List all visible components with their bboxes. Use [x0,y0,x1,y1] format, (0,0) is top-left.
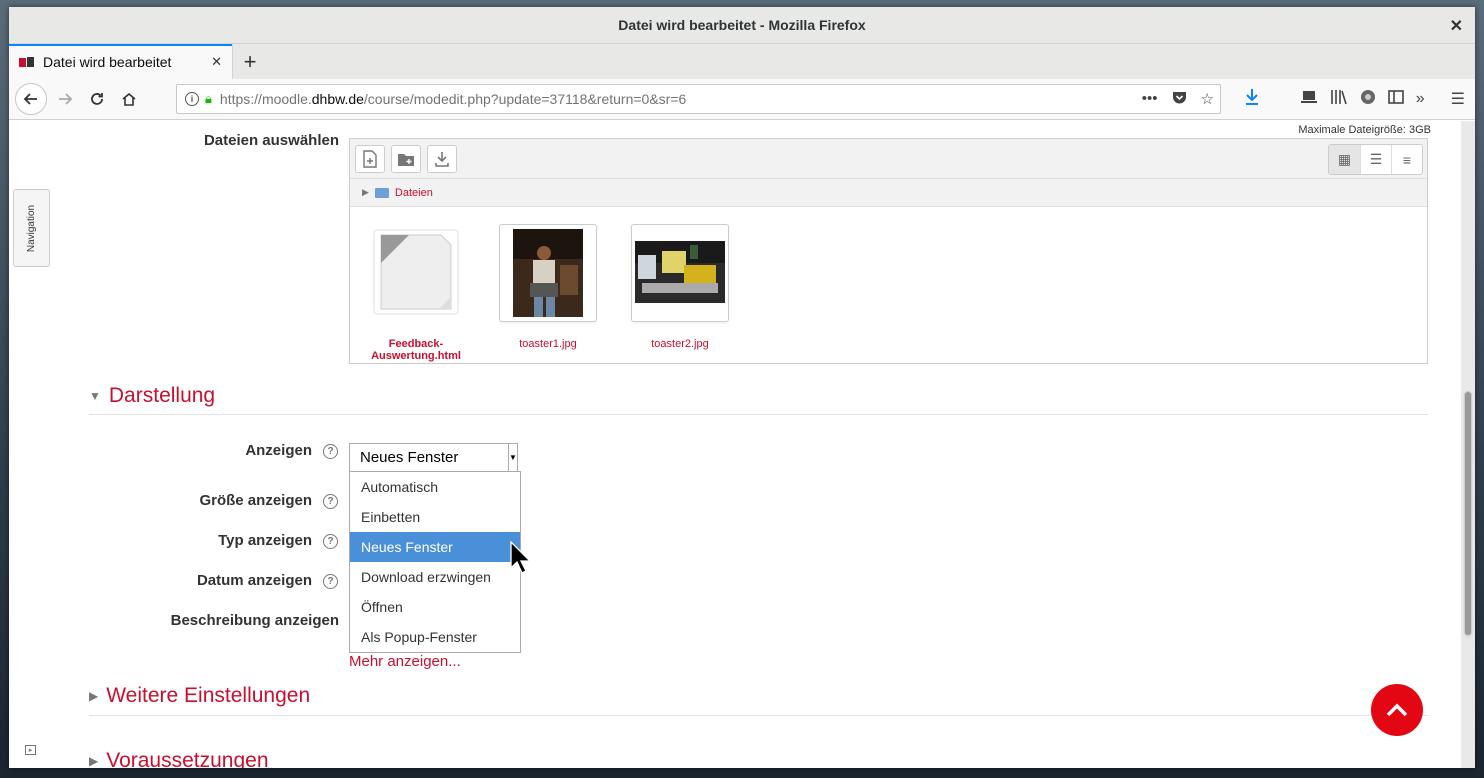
file-path-bar: ▶ Dateien [350,179,1427,207]
reload-button[interactable] [81,83,113,115]
label-typ: Typ anzeigen [218,532,312,549]
option-neues-fenster[interactable]: Neues Fenster [350,532,520,562]
path-folder-link[interactable]: Dateien [395,187,433,199]
hamburger-menu-icon[interactable]: ☰ [1451,89,1465,109]
download-icon[interactable] [1244,88,1260,111]
info-icon[interactable]: i [185,92,199,106]
section-divider [89,715,1428,716]
max-file-size: Maximale Dateigröße: 3GB [1298,124,1431,136]
section-voraussetzungen-heading: Voraussetzungen [106,749,269,768]
scroll-to-top-button[interactable] [1371,684,1423,736]
page-actions-icon[interactable]: ••• [1142,90,1158,109]
help-icon[interactable]: ? [323,534,338,549]
window-close-button[interactable]: ✕ [1450,16,1463,36]
download-all-button[interactable] [427,145,457,173]
toaster1-thumbnail[interactable] [499,224,597,322]
home-button[interactable] [113,83,145,115]
library-icon[interactable] [1330,89,1348,110]
display-select[interactable]: Neues Fenster ▼ [349,443,518,472]
label-datum: Datum anzeigen [196,572,312,589]
add-file-button[interactable] [355,145,385,173]
page-scrollbar[interactable] [1461,121,1475,768]
mouse-cursor-icon [510,540,534,580]
section-darstellung-heading: Darstellung [108,384,216,407]
page-content: Navigation Dateien auswählen Maximale Da… [9,121,1461,768]
display-select-value: Neues Fenster [360,449,459,466]
list-view-icon[interactable]: ☰ [1360,145,1391,174]
section-weitere-toggle[interactable]: ▶ Weitere Einstellungen [89,684,310,708]
navigation-drawer-toggle[interactable]: Navigation [13,189,50,267]
option-einbetten[interactable]: Einbetten [350,502,520,532]
navigation-label: Navigation [26,204,38,252]
file-manager: ▦ ☰ ≡ ▶ Dateien Feedback-Auswertung.html [349,138,1428,364]
bookmark-star-icon[interactable]: ☆ [1201,90,1214,109]
files-label: Dateien auswählen [203,132,339,149]
dock-block-icon[interactable]: ▸ [25,745,36,755]
section-weitere-heading: Weitere Einstellungen [106,684,311,707]
label-anzeigen: Anzeigen [245,442,312,459]
pocket-icon[interactable] [1172,90,1187,109]
label-beschreibung: Beschreibung anzeigen [170,612,339,629]
show-more-link[interactable]: Mehr anzeigen... [349,653,461,670]
tab-close-icon[interactable]: ✕ [211,54,222,70]
url-path: /course/modedit.php?update=37118&return=… [363,91,687,107]
help-icon[interactable]: ? [323,444,338,459]
folder-icon [374,187,389,198]
url-prefix: https://moodle. [219,91,312,107]
synced-tabs-icon[interactable] [1300,90,1318,109]
display-options-list: Automatisch Einbetten Neues Fenster Down… [349,471,521,653]
collapsed-triangle-icon: ▶ [89,689,99,703]
tab-label: Datei wird bearbeitet [43,53,172,70]
section-voraussetzungen-toggle[interactable]: ▶ Voraussetzungen [89,749,269,768]
url-host: dhbw.de [311,91,364,107]
tab-strip: Datei wird bearbeitet ✕ + [9,44,1475,79]
help-icon[interactable]: ? [323,494,338,509]
expand-arrow-icon[interactable]: ▶ [362,187,369,198]
overflow-chevron-icon[interactable]: » [1416,90,1425,108]
tab-active[interactable]: Datei wird bearbeitet ✕ [9,44,233,79]
url-bar[interactable]: i 🔒︎ https://moodle. dhbw.de/course/moded… [176,84,1221,114]
create-folder-button[interactable] [391,145,421,173]
toaster2-thumbnail[interactable] [631,224,729,322]
collapsed-triangle-icon: ▶ [89,754,99,768]
view-mode-group: ▦ ☰ ≡ [1328,144,1423,175]
label-groesse: Größe anzeigen [199,492,312,509]
forward-button[interactable] [49,83,81,115]
option-automatisch[interactable]: Automatisch [350,472,520,502]
file-manager-toolbar: ▦ ☰ ≡ [350,139,1427,179]
help-icon[interactable]: ? [323,574,338,589]
option-oeffnen[interactable]: Öffnen [350,592,520,622]
option-popup-fenster[interactable]: Als Popup-Fenster [350,622,520,652]
back-button[interactable] [15,83,47,115]
tree-view-icon[interactable]: ≡ [1391,145,1422,174]
chevron-down-icon[interactable]: ▼ [508,444,517,471]
icon-view-icon[interactable]: ▦ [1329,145,1360,174]
extension-icon[interactable] [1360,89,1376,110]
browser-window: Datei wird bearbeitet - Mozilla Firefox … [9,7,1475,768]
option-download-erzwingen[interactable]: Download erzwingen [350,562,520,592]
navigation-toolbar: i 🔒︎ https://moodle. dhbw.de/course/moded… [9,79,1475,120]
file-name-toaster1[interactable]: toaster1.jpg [492,338,604,350]
new-tab-button[interactable]: + [233,44,267,79]
expanded-triangle-icon: ▼ [89,389,101,403]
scrollbar-thumb[interactable] [1464,391,1472,636]
section-darstellung-toggle[interactable]: ▼ Darstellung [89,384,215,408]
section-divider [89,414,1428,415]
html-file-icon[interactable] [373,229,459,315]
lock-icon[interactable]: 🔒︎ [205,91,212,107]
sidebar-toggle-icon[interactable] [1387,89,1404,109]
window-title: Datei wird bearbeitet - Mozilla Firefox [618,17,866,33]
file-name-toaster2[interactable]: toaster2.jpg [624,338,736,350]
moodle-favicon-icon [19,55,35,69]
title-bar: Datei wird bearbeitet - Mozilla Firefox … [9,7,1475,44]
file-name-html[interactable]: Feedback-Auswertung.html [360,338,472,362]
